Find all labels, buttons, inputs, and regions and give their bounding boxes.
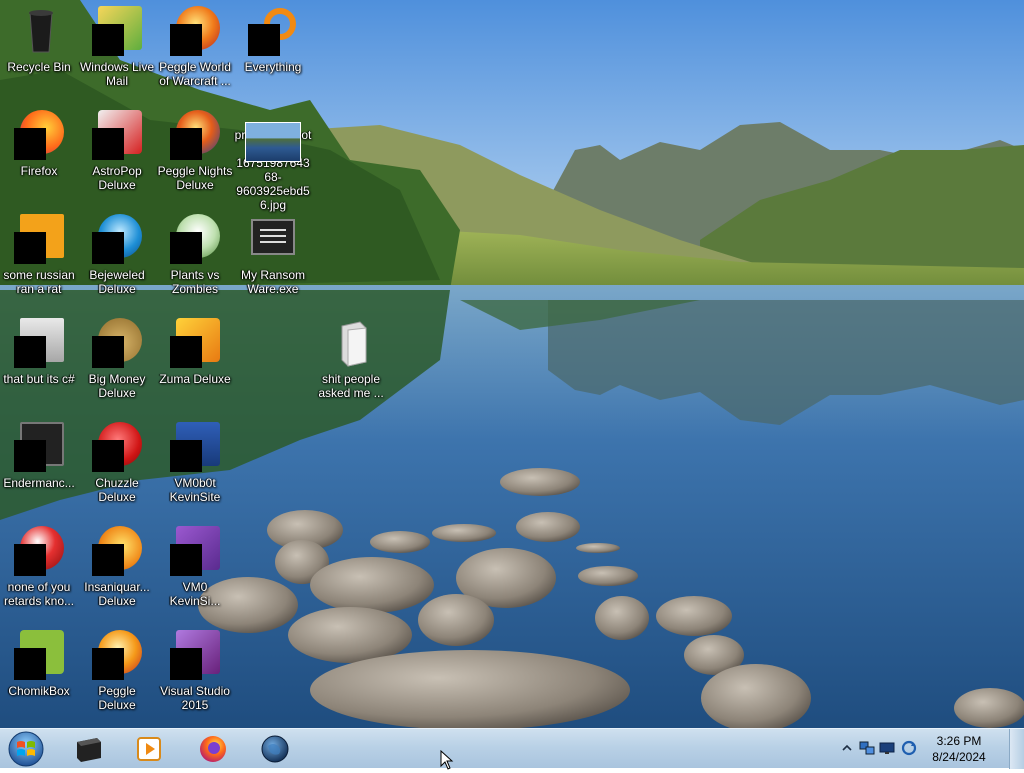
desktop-icon-label: VM0b0t KevinSite (169, 476, 221, 504)
desktop-icon-astropop-deluxe[interactable]: AstroPop Deluxe (78, 104, 156, 204)
taskbar-app-globe[interactable] (248, 731, 302, 767)
taskbar: 3:26 PM 8/24/2024 (0, 728, 1024, 769)
show-hidden-icons-chevron-icon[interactable] (838, 739, 856, 757)
firefox-icon (200, 736, 226, 762)
desktop-icon-none-of-you[interactable]: none of you retards kno... (0, 520, 78, 620)
network-tray-icon[interactable] (858, 739, 876, 757)
desktop-icon-bejeweled-deluxe[interactable]: Bejeweled Deluxe (78, 208, 156, 308)
desktop-icon-label: Insaniquar... Deluxe (84, 580, 150, 608)
desktop-icon-vm0-kevinsi[interactable]: VM0 KevinSi... (156, 520, 234, 620)
update-tray-icon[interactable] (900, 739, 918, 757)
console-app-icon (14, 422, 64, 472)
desktop-icon-label: none of you retards kno... (3, 580, 75, 608)
recycle-bin-icon (14, 6, 64, 56)
zuma-frog-icon (170, 318, 220, 368)
mail-icon (92, 6, 142, 56)
desktop-icon-chomikbox[interactable]: ChomikBox (0, 624, 78, 724)
fish-icon (92, 526, 142, 576)
desktop-icon-peggle-world-of-warcraft[interactable]: Peggle World of Warcraft ... (156, 0, 234, 100)
desktop-icon-that-but-its-csharp[interactable]: that but its c# (0, 312, 78, 412)
files-stack-icon (14, 318, 64, 368)
media-player-icon (137, 737, 161, 761)
desktop-icon-insaniquarium-deluxe[interactable]: Insaniquar... Deluxe (78, 520, 156, 620)
taskbar-app-media-player[interactable] (122, 731, 176, 767)
red-sphere-icon (14, 526, 64, 576)
desktop-icon-my-ransom-ware-exe[interactable]: My Ransom Ware.exe (234, 208, 312, 308)
desktop-icon-label: Windows Live Mail (79, 60, 155, 88)
desktop-icon-label: Peggle World of Warcraft ... (159, 60, 231, 88)
firefox-icon (14, 110, 64, 160)
start-button[interactable] (6, 730, 46, 768)
sunflower-icon (170, 214, 220, 264)
desktop-icon-premium-photo-jpg[interactable]: premium_photo-1675198764368-9603925ebd56… (234, 104, 312, 212)
desktop-icon-firefox[interactable]: Firefox (0, 104, 78, 204)
desktop-icon-big-money-deluxe[interactable]: Big Money Deluxe (78, 312, 156, 412)
desktop-icon-some-russian-ran-a-rat[interactable]: some russian ran a rat (0, 208, 78, 308)
script-file-icon (14, 214, 64, 264)
globe-icon (261, 735, 289, 763)
folder-icon (326, 318, 376, 368)
desktop-icon-peggle-nights-deluxe[interactable]: Peggle Nights Deluxe (156, 104, 234, 204)
peggle-wow-icon (170, 6, 220, 56)
chuzzle-icon (92, 422, 142, 472)
peggle-icon (92, 630, 142, 680)
astropop-icon (92, 110, 142, 160)
vm-window-icon (170, 422, 220, 472)
desktop-icon-endermanc[interactable]: Endermanc... (0, 416, 78, 516)
desktop-icon-label: some russian ran a rat (3, 268, 75, 296)
show-desktop-button[interactable] (1009, 729, 1024, 769)
desktop-icon-label: Recycle Bin (7, 60, 71, 74)
visual-studio-icon (170, 630, 220, 680)
desktop-icon-zuma-deluxe[interactable]: Zuma Deluxe (156, 312, 234, 412)
desktop-icon-vm0b0t-kevinsite[interactable]: VM0b0t KevinSite (156, 416, 234, 516)
clock[interactable]: 3:26 PM 8/24/2024 (924, 733, 994, 765)
desktop-icon-chuzzle-deluxe[interactable]: Chuzzle Deluxe (78, 416, 156, 516)
bejeweled-gem-icon (92, 214, 142, 264)
desktop-icon-label: Zuma Deluxe (159, 372, 231, 386)
executable-console-icon (248, 214, 298, 264)
desktop-icon-label: My Ransom Ware.exe (240, 268, 305, 296)
desktop-icon-label: Peggle Deluxe (98, 684, 136, 712)
desktop-icon-plants-vs-zombies[interactable]: Plants vs Zombies (156, 208, 234, 308)
hamster-icon (14, 630, 64, 680)
desktop-icon-peggle-deluxe[interactable]: Peggle Deluxe (78, 624, 156, 724)
everything-search-icon (248, 6, 298, 56)
taskbar-app-firefox[interactable] (186, 731, 240, 767)
desktop-icon-label: Peggle Nights Deluxe (157, 164, 233, 192)
desktop-icon-label: that but its c# (3, 372, 75, 386)
desktop-icon-windows-live-mail[interactable]: Windows Live Mail (78, 0, 156, 100)
desktop-icon-label: VM0 KevinSi... (169, 580, 221, 608)
windows-logo-icon (8, 731, 44, 767)
mouse-cursor-icon (440, 750, 454, 770)
desktop-icon-recycle-bin[interactable]: Recycle Bin (0, 0, 78, 100)
desktop-icon-label: AstroPop Deluxe (92, 164, 142, 192)
dark-box-icon (77, 738, 101, 762)
clock-date: 8/24/2024 (932, 750, 986, 764)
desktop-icon-label: Everything (244, 60, 302, 74)
visual-studio-small-icon (170, 526, 220, 576)
desktop-icon-label: Chuzzle Deluxe (95, 476, 139, 504)
desktop-icon-label: Visual Studio 2015 (160, 684, 230, 712)
display-tray-icon[interactable] (878, 739, 896, 757)
desktop-icon-label: Bejeweled Deluxe (89, 268, 145, 296)
desktop-icon-label: shit people asked me ... (318, 372, 384, 400)
peggle-nights-icon (170, 110, 220, 160)
desktop-icon-label: Big Money Deluxe (88, 372, 146, 400)
desktop-icon-everything[interactable]: Everything (234, 0, 312, 100)
desktop-icon-label: ChomikBox (8, 684, 70, 698)
taskbar-app-window-switcher[interactable] (62, 731, 116, 767)
desktop-icon-visual-studio-2015[interactable]: Visual Studio 2015 (156, 624, 234, 724)
clock-time: 3:26 PM (936, 734, 982, 748)
desktop-icon-label: Endermanc... (3, 476, 75, 490)
desktop-icon-label: Firefox (20, 164, 58, 178)
money-bag-icon (92, 318, 142, 368)
desktop-icon-shit-people-asked-me[interactable]: shit people asked me ... (312, 312, 390, 412)
desktop-icon-label: Plants vs Zombies (170, 268, 220, 296)
